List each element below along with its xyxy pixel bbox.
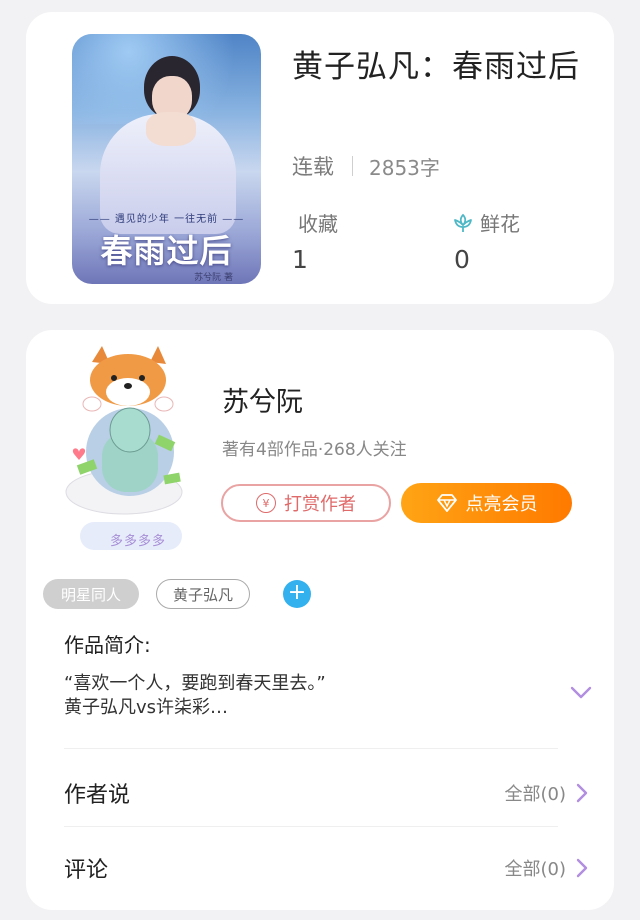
meta-divider (352, 156, 353, 176)
chevron-down-icon[interactable] (570, 685, 592, 704)
word-count: 2853字 (369, 155, 440, 180)
comments-title: 评论 (64, 858, 109, 883)
tag-character[interactable]: 黄子弘凡 (156, 579, 250, 609)
comments-all[interactable]: 全部(0) (505, 855, 589, 881)
flower-count: 0 (454, 245, 470, 274)
flower-stat[interactable]: 鲜花 (452, 208, 520, 237)
flower-label: 鲜花 (480, 212, 520, 236)
vip-button[interactable]: 点亮会员 (401, 483, 572, 523)
chevron-right-icon (576, 858, 588, 878)
diamond-icon (436, 494, 457, 512)
book-status: 连载 (292, 155, 334, 179)
avatar-badge-text: 多多多多 (110, 534, 167, 549)
cover-author: 苏兮阮 著 (194, 273, 233, 283)
vip-label: 点亮会员 (465, 494, 538, 515)
tag-category[interactable]: 明星同人 (43, 579, 139, 609)
cover-title: 春雨过后 (100, 232, 233, 270)
favorite-stat[interactable]: 收藏 (298, 208, 338, 237)
author-name[interactable]: 苏兮阮 (222, 380, 303, 419)
author-notes-count: 全部(0) (504, 784, 567, 805)
author-card: 多多多多 苏兮阮 著有4部作品·268人关注 ¥ 打赏作者 点亮会员 明星同人 … (26, 330, 614, 910)
yen-icon: ¥ (256, 493, 276, 513)
book-cover[interactable]: —— 遇见的少年 一往无前 —— 春雨过后 苏兮阮 著 (72, 34, 261, 284)
author-avatar[interactable]: 多多多多 (52, 342, 192, 557)
reward-author-label: 打赏作者 (284, 494, 356, 515)
tag-list: 明星同人 黄子弘凡 + (43, 579, 311, 609)
comments-count: 全部(0) (504, 859, 567, 880)
author-notes-row[interactable]: 作者说 全部(0) (64, 773, 588, 813)
flower-icon (452, 212, 474, 234)
intro-line-1: “喜欢一个人，要跑到春天里去。” (64, 673, 326, 694)
intro-line-2: 黄子弘凡vs许柒彩… (64, 697, 229, 718)
divider (64, 748, 558, 749)
add-tag-icon[interactable]: + (283, 580, 311, 608)
author-notes-title: 作者说 (64, 783, 131, 808)
reward-author-button[interactable]: ¥ 打赏作者 (221, 484, 391, 522)
favorite-count: 1 (292, 245, 308, 274)
cover-figure-hands (146, 112, 196, 146)
divider (64, 826, 558, 827)
book-meta: 连载 2853字 (292, 151, 440, 181)
chevron-right-icon (576, 783, 588, 803)
comments-row[interactable]: 评论 全部(0) (64, 848, 588, 888)
book-info-card: —— 遇见的少年 一往无前 —— 春雨过后 苏兮阮 著 黄子弘凡：春雨过后 连载… (26, 12, 614, 304)
intro-text[interactable]: “喜欢一个人，要跑到春天里去。” 黄子弘凡vs许柒彩… (64, 672, 544, 720)
author-notes-all[interactable]: 全部(0) (505, 780, 589, 806)
favorite-label: 收藏 (298, 212, 338, 236)
cover-tagline: —— 遇见的少年 一往无前 —— (88, 214, 245, 225)
intro-label: 作品简介: (64, 633, 151, 657)
book-title: 黄子弘凡：春雨过后 (292, 49, 580, 85)
author-info: 著有4部作品·268人关注 (222, 440, 407, 460)
